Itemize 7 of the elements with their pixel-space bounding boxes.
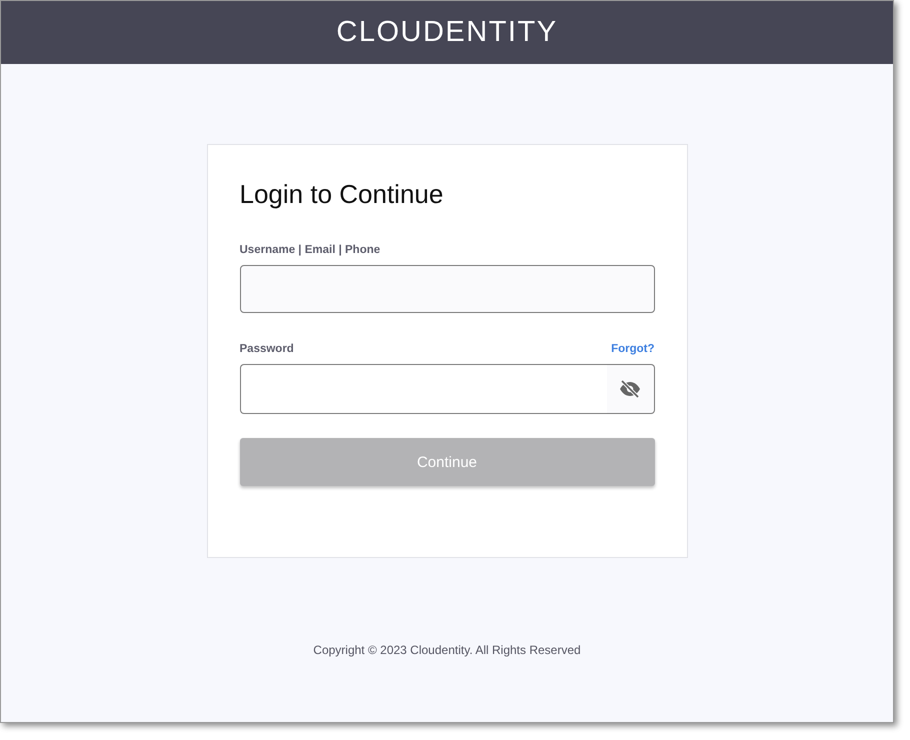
form-title: Login to Continue — [240, 179, 444, 210]
field-label: Username | Email | Phone — [240, 244, 380, 256]
logo: CLOUDENTITY — [336, 16, 558, 49]
forgot-link[interactable]: Forgot? — [611, 343, 654, 355]
field-label: Password — [240, 343, 294, 355]
copyright-text: Copyright © 2023 Cloudentity. All Rights Reserved — [313, 643, 581, 657]
username-field[interactable] — [240, 265, 654, 313]
